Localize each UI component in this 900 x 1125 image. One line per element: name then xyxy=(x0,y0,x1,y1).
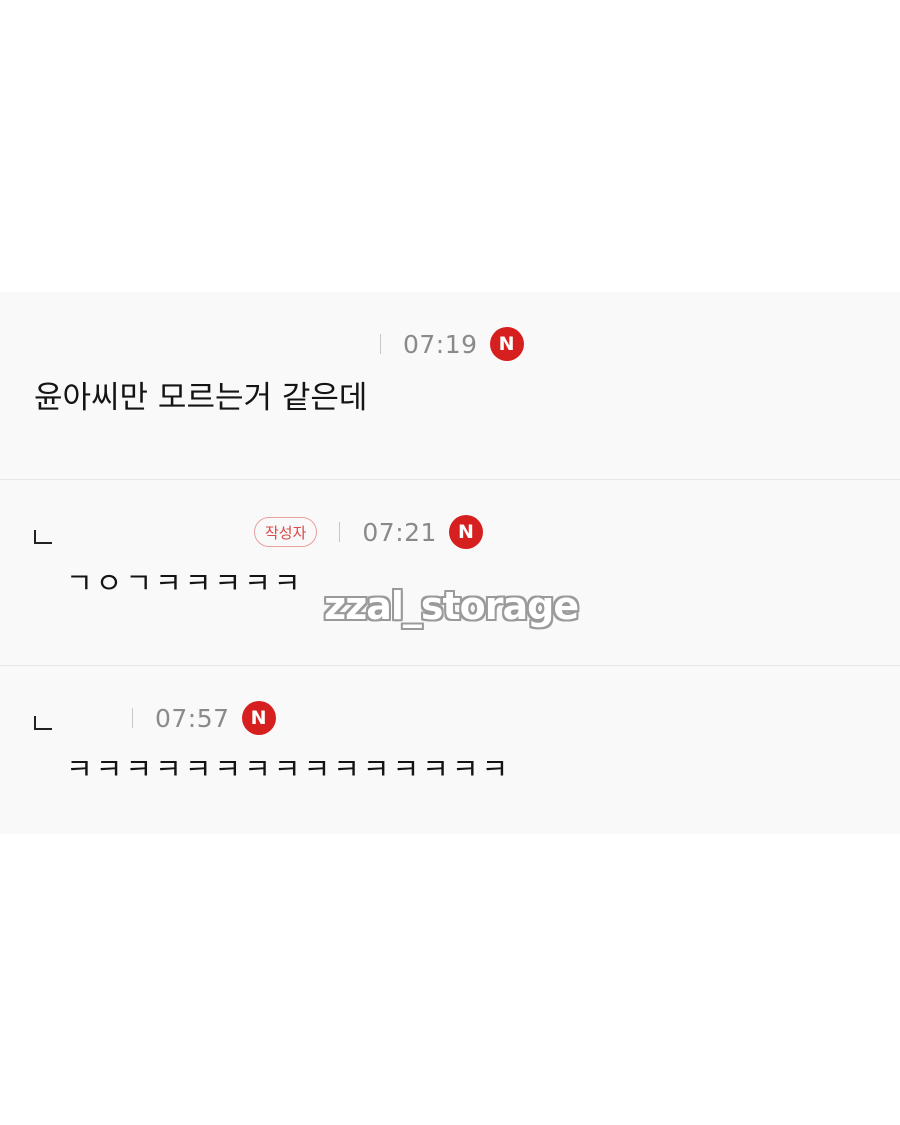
comment-time: 07:21 xyxy=(362,517,437,547)
reply-item: 작성자 07:21 N ㄱㅇㄱㅋㅋㅋㅋㅋ xyxy=(0,480,900,666)
watermark: zzal_storage xyxy=(324,584,579,628)
comment-item: 07:19 N 윤아씨만 모르는거 같은데 xyxy=(0,292,900,480)
comment-text: ㅋㅋㅋㅋㅋㅋㅋㅋㅋㅋㅋㅋㅋㅋㅋ xyxy=(66,752,512,786)
meta-divider xyxy=(132,708,133,728)
comment-meta: 07:19 N xyxy=(380,326,524,362)
comment-time: 07:19 xyxy=(403,329,478,359)
new-badge-icon: N xyxy=(448,515,483,549)
meta-divider xyxy=(380,334,381,354)
comment-meta: 07:57 N xyxy=(132,700,276,736)
meta-divider xyxy=(339,522,341,542)
comment-text: 윤아씨만 모르는거 같은데 xyxy=(34,380,368,416)
comment-text: ㄱㅇㄱㅋㅋㅋㅋㅋ xyxy=(66,566,304,600)
comment-time: 07:57 xyxy=(155,703,230,733)
reply-arrow-icon xyxy=(34,716,52,730)
comment-list: 07:19 N 윤아씨만 모르는거 같은데 작성자 07:21 N ㄱㅇㄱㅋㅋㅋ… xyxy=(0,292,900,834)
new-badge-icon: N xyxy=(489,327,524,361)
author-badge: 작성자 xyxy=(254,517,318,547)
reply-item: 07:57 N ㅋㅋㅋㅋㅋㅋㅋㅋㅋㅋㅋㅋㅋㅋㅋ xyxy=(0,666,900,834)
new-badge-icon: N xyxy=(241,701,276,735)
comment-meta: 작성자 07:21 N xyxy=(254,514,483,550)
reply-arrow-icon xyxy=(34,530,52,544)
